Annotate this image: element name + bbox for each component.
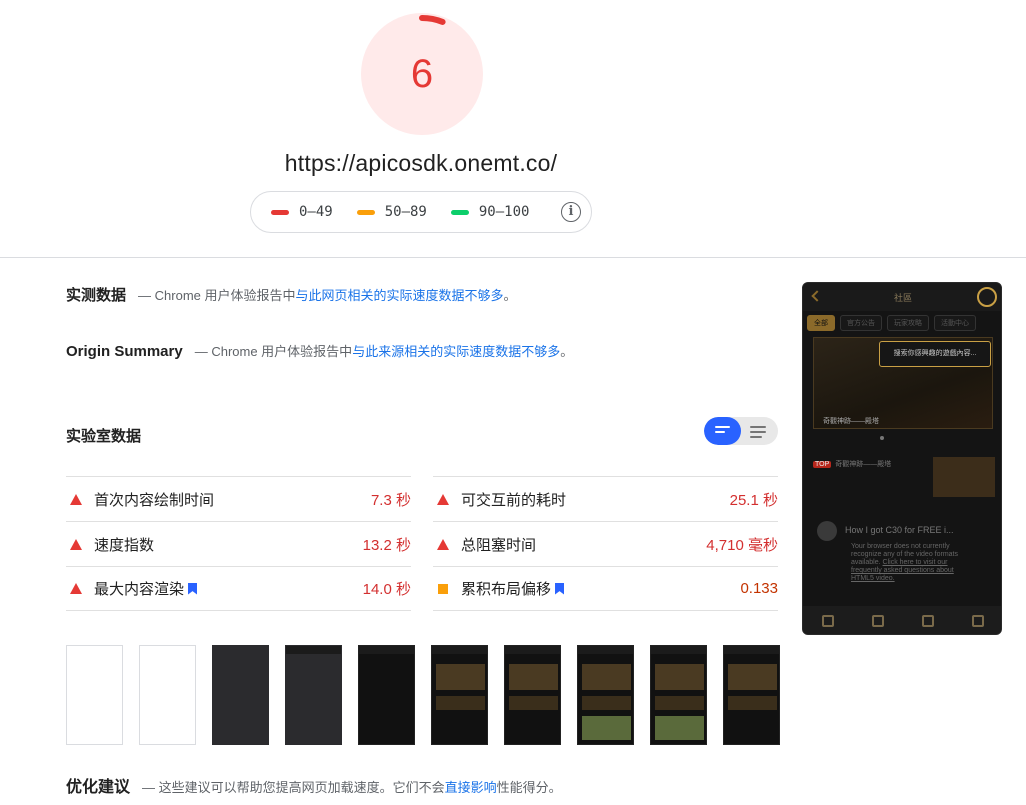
phone-title: 社區 (893, 293, 912, 303)
metrics-view-toggle[interactable] (704, 417, 778, 445)
score-legend: 0–49 50–89 90–100 i (250, 191, 592, 233)
profile-icon (972, 615, 984, 627)
metric-speed-index: 速度指数 13.2 秒 (66, 521, 411, 566)
metric-label: 最大内容渲染 (94, 578, 363, 599)
metric-label: 可交互前的耗时 (461, 491, 567, 509)
fail-triangle-icon (70, 493, 82, 505)
filmstrip-frame (212, 645, 269, 745)
filmstrip-frame (66, 645, 123, 745)
carousel-dot (880, 436, 884, 440)
info-icon[interactable]: i (561, 202, 581, 222)
home-icon (822, 615, 834, 627)
metric-fcp: 首次内容绘制时间 7.3 秒 (66, 476, 411, 521)
phone-news-item: TOP 奇觀神跡——殿塔 (813, 461, 892, 468)
metric-cls: 累积布局偏移 0.133 (433, 566, 778, 611)
fail-triangle-icon (437, 493, 449, 505)
opportunities-section: 优化建议 — 这些建议可以帮助您提高网页加载速度。它们不会直接影响性能得分。 (66, 773, 562, 797)
field-data-description: — Chrome 用户体验报告中与此网页相关的实际速度数据不够多。 (138, 288, 517, 303)
legend-item-pass: 90–100 (450, 204, 530, 220)
fail-triangle-icon (70, 583, 82, 594)
phone-header: 社區 (803, 283, 1001, 311)
avatar (817, 521, 837, 541)
legend-item-average: 50–89 (356, 204, 427, 220)
filmstrip (66, 645, 796, 745)
origin-summary-link[interactable]: 与此来源相关的实际速度数据不够多 (352, 344, 560, 359)
lab-data-title: 实验室数据 (66, 428, 142, 445)
fail-triangle-icon (437, 538, 449, 550)
origin-summary-title: Origin Summary (66, 343, 183, 360)
toggle-compact-button[interactable] (704, 417, 741, 445)
section-divider (0, 257, 1026, 258)
opportunities-description: — 这些建议可以帮助您提高网页加载速度。它们不会直接影响性能得分。 (142, 780, 562, 795)
opportunities-link[interactable]: 直接影响 (445, 780, 497, 795)
metric-value: 4,710 毫秒 (706, 536, 778, 554)
metric-tbt: 总阻塞时间 4,710 毫秒 (433, 521, 778, 566)
phone-news-image (933, 457, 995, 497)
final-screenshot: 社區 全部 官方公告 玩家攻略 活動中心 搜索你感興趣的遊戲內容... 奇觀神跡… (802, 282, 1002, 635)
metric-label: 总阻塞时间 (461, 536, 537, 554)
filmstrip-frame (504, 645, 561, 745)
compact-list-icon (715, 426, 730, 436)
filmstrip-frame (431, 645, 488, 745)
filmstrip-frame (577, 645, 634, 745)
legend-swatch-orange (356, 209, 375, 215)
chat-icon (922, 615, 934, 627)
phone-tooltip: 搜索你感興趣的遊戲內容... (879, 341, 991, 367)
search-icon (977, 287, 997, 307)
phone-tabs: 全部 官方公告 玩家攻略 活動中心 (807, 315, 981, 331)
performance-score: 6 (410, 52, 434, 96)
metric-value: 25.1 秒 (729, 491, 778, 509)
origin-summary-section: Origin Summary — Chrome 用户体验报告中与此来源相关的实际… (66, 341, 573, 360)
field-data-section: 实测数据 — Chrome 用户体验报告中与此网页相关的实际速度数据不够多。 (66, 284, 517, 305)
expanded-list-icon[interactable] (750, 426, 766, 441)
phone-bottom-nav (803, 606, 1001, 634)
origin-summary-description: — Chrome 用户体验报告中与此来源相关的实际速度数据不够多。 (194, 344, 574, 359)
fail-triangle-icon (70, 538, 82, 550)
legend-swatch-red (271, 209, 289, 215)
metric-value: 14.0 秒 (362, 581, 411, 598)
filmstrip-frame (285, 645, 342, 745)
filmstrip-frame (650, 645, 707, 745)
metric-label: 首次内容绘制时间 (94, 491, 215, 509)
metric-label: 速度指数 (94, 536, 155, 554)
metric-label: 累积布局偏移 (461, 578, 740, 599)
metric-tti: 可交互前的耗时 25.1 秒 (433, 476, 778, 521)
average-square-icon (438, 583, 448, 594)
phone-banner-caption: 奇觀神跡——殿塔 (823, 418, 879, 425)
legend-swatch-green (450, 209, 469, 215)
tested-url: https://apicosdk.onemt.co/ (284, 150, 558, 176)
field-data-title: 实测数据 (66, 287, 127, 304)
metric-value: 7.3 秒 (370, 491, 411, 509)
legend-range: 90–100 (478, 204, 530, 220)
video-title: How I got C30 for FREE i... (845, 525, 954, 535)
opportunities-title: 优化建议 (66, 779, 131, 796)
bookmark-flag-icon (555, 582, 565, 595)
metric-value: 0.133 (740, 580, 778, 597)
metric-value: 13.2 秒 (362, 536, 411, 554)
metric-lcp: 最大内容渲染 14.0 秒 (66, 566, 411, 611)
video-text: Your browser does not currently recogniz… (851, 543, 959, 582)
lab-data-section: 实验室数据 (66, 425, 153, 446)
compass-icon (872, 615, 884, 627)
bookmark-flag-icon (188, 582, 198, 595)
legend-range: 50–89 (384, 204, 427, 220)
filmstrip-frame (723, 645, 780, 745)
filmstrip-frame (139, 645, 196, 745)
legend-range: 0–49 (299, 204, 333, 220)
legend-item-fail: 0–49 (271, 204, 333, 220)
field-data-link[interactable]: 与此网页相关的实际速度数据不够多 (296, 288, 504, 303)
filmstrip-frame (358, 645, 415, 745)
performance-score-gauge: 6 (361, 13, 483, 135)
